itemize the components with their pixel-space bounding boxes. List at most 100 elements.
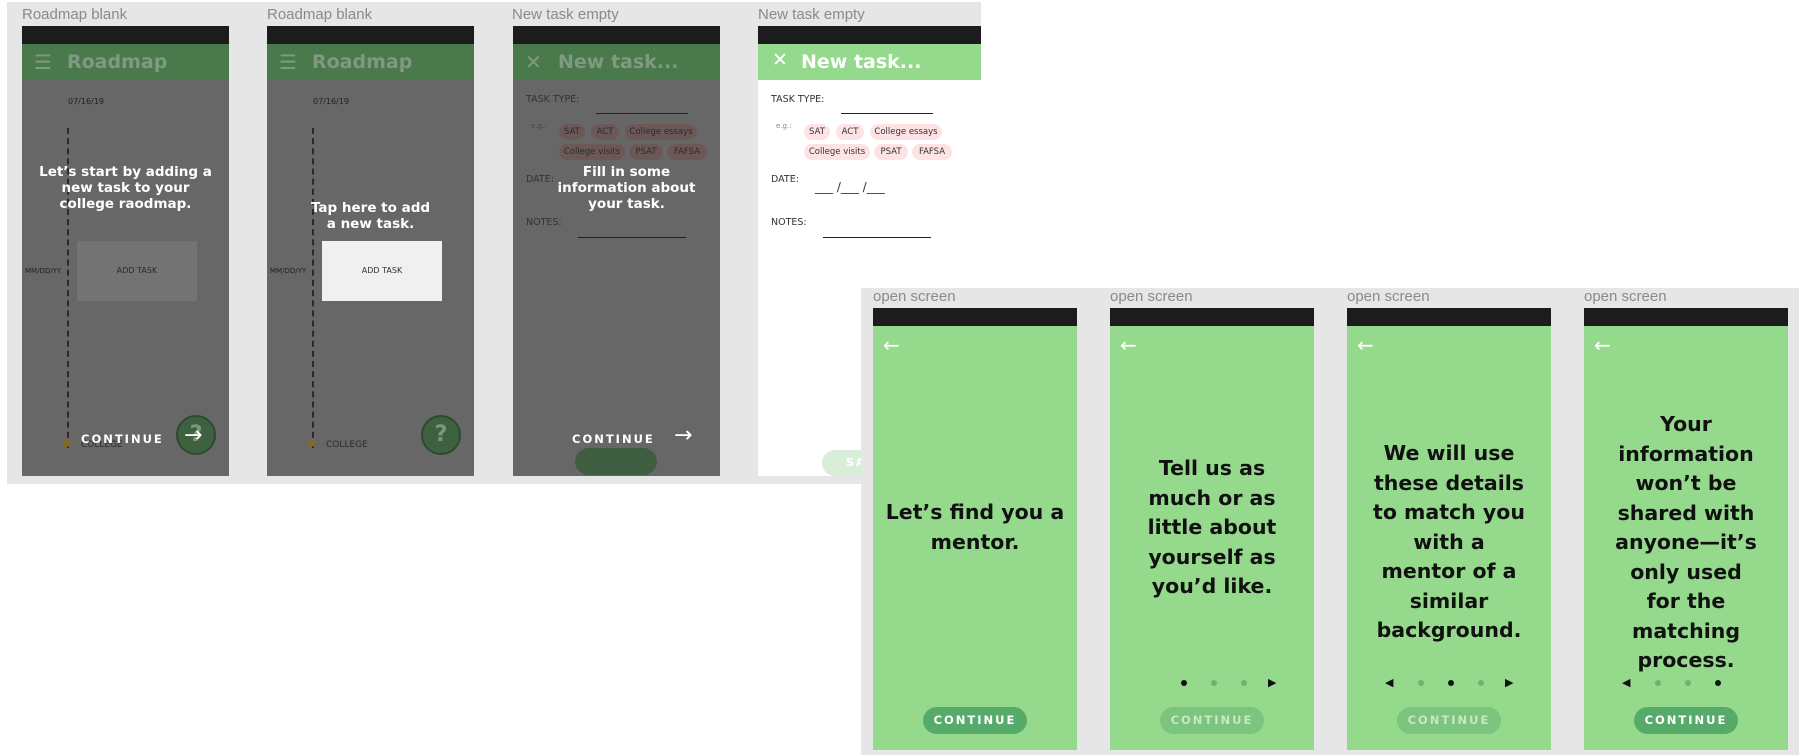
- page-dot-2[interactable]: [1211, 680, 1217, 686]
- menu-icon[interactable]: ☰: [34, 50, 52, 74]
- status-bar: [1110, 308, 1314, 326]
- notes-label: NOTES:: [771, 217, 807, 228]
- status-bar: [1584, 308, 1788, 326]
- onboarding-message: Tell us as much or as little about yours…: [1147, 456, 1277, 598]
- add-task-button[interactable]: ADD TASK: [77, 241, 197, 301]
- chip-fafsa[interactable]: FAFSA: [912, 144, 952, 160]
- chip-fafsa[interactable]: FAFSA: [667, 144, 707, 160]
- eg-label: e.g.:: [531, 122, 547, 130]
- chip-college-visits[interactable]: College visits: [559, 144, 625, 160]
- close-icon[interactable]: ✕: [772, 49, 788, 71]
- task-type-field[interactable]: [596, 113, 688, 114]
- arrow-right-icon[interactable]: →: [674, 423, 692, 448]
- phone-frame-roadmap-blank-2: ☰ Roadmap 07/16/19 MM/DD/YY ADD TASK Tap…: [267, 26, 474, 476]
- continue-button[interactable]: CONTINUE: [1397, 707, 1501, 734]
- star-icon: ★: [60, 434, 74, 452]
- chip-psat[interactable]: PSAT: [629, 144, 663, 160]
- page-dot-1[interactable]: [1181, 680, 1187, 686]
- prev-arrow-icon[interactable]: ◀: [1622, 676, 1630, 689]
- help-button[interactable]: ?: [421, 415, 461, 455]
- chip-sat[interactable]: SAT: [804, 124, 830, 140]
- app-bar: ☰ Roadmap: [267, 44, 474, 80]
- date-placeholder: MM/DD/YY: [270, 267, 307, 275]
- next-arrow-icon[interactable]: ▶: [1505, 676, 1513, 689]
- date-label: DATE:: [526, 174, 554, 185]
- date-field[interactable]: ___ /___ /___: [815, 180, 885, 194]
- page-dot-2[interactable]: [1448, 680, 1454, 686]
- chip-sat[interactable]: SAT: [559, 124, 585, 140]
- task-type-field[interactable]: [841, 113, 933, 114]
- app-bar: ✕ New task...: [513, 44, 720, 80]
- continue-button[interactable]: CONTINUE: [1160, 707, 1264, 734]
- task-type-label: TASK TYPE:: [771, 94, 825, 105]
- continue-button[interactable]: CONTINUE: [81, 432, 164, 446]
- phone-frame-open-screen-2: ← Tell us as much or as little about you…: [1110, 308, 1314, 750]
- add-task-button[interactable]: ADD TASK: [322, 241, 442, 301]
- page-title: Roadmap: [67, 51, 168, 73]
- chip-act[interactable]: ACT: [836, 124, 864, 140]
- frame-label: Roadmap blank: [267, 6, 373, 23]
- status-bar: [873, 308, 1077, 326]
- coach-mark-text: Let’s start by adding a new task to your…: [39, 164, 212, 212]
- close-icon[interactable]: ✕: [525, 50, 542, 74]
- notes-field[interactable]: [578, 237, 686, 238]
- arrow-right-icon[interactable]: →: [184, 423, 202, 448]
- date-label: DATE:: [771, 174, 799, 185]
- next-arrow-icon[interactable]: ▶: [1268, 676, 1276, 689]
- app-bar: ✕ New task...: [758, 44, 981, 80]
- coach-mark-text: Tap here to add a new task.: [310, 200, 431, 232]
- continue-button[interactable]: CONTINUE: [923, 707, 1027, 734]
- frame-label: New task empty: [758, 6, 865, 23]
- pagination: ▶: [1110, 676, 1314, 690]
- page-dot-3[interactable]: [1715, 680, 1721, 686]
- chip-college-visits[interactable]: College visits: [804, 144, 870, 160]
- page-dot-1[interactable]: [1418, 680, 1424, 686]
- frame-label: open screen: [1584, 288, 1667, 305]
- continue-button[interactable]: CONTINUE: [1634, 707, 1738, 734]
- timeline-line: [312, 128, 314, 448]
- page-title: Roadmap: [312, 51, 413, 73]
- back-arrow-icon[interactable]: ←: [1594, 333, 1611, 357]
- onboarding-message: Let’s find you a mentor.: [885, 500, 1065, 554]
- star-icon: ★: [305, 434, 319, 452]
- page-title: New task...: [558, 51, 679, 73]
- back-arrow-icon[interactable]: ←: [883, 333, 900, 357]
- page-dot-1[interactable]: [1655, 680, 1661, 686]
- milestone-label: COLLEGE: [326, 440, 368, 450]
- eg-label: e.g.:: [776, 122, 792, 130]
- back-arrow-icon[interactable]: ←: [1120, 333, 1137, 357]
- notes-field[interactable]: [823, 237, 931, 238]
- page-dot-3[interactable]: [1478, 680, 1484, 686]
- phone-frame-open-screen-4: ← Your information won’t be shared with …: [1584, 308, 1788, 750]
- timeline-date: 07/16/19: [68, 97, 104, 106]
- status-bar: [22, 26, 229, 44]
- chip-college-essays[interactable]: College essays: [625, 124, 697, 140]
- phone-frame-open-screen-1: ← Let’s find you a mentor. CONTINUE: [873, 308, 1077, 750]
- artboard-group-bottom: open screen ← Let’s find you a mentor. C…: [861, 288, 1799, 755]
- chip-act[interactable]: ACT: [591, 124, 619, 140]
- phone-frame-new-task-dim: ✕ New task... TASK TYPE: e.g.: SAT ACT C…: [513, 26, 720, 476]
- pagination: ◀ ▶: [1347, 676, 1551, 690]
- page-dot-2[interactable]: [1685, 680, 1691, 686]
- page-dot-3[interactable]: [1241, 680, 1247, 686]
- pagination: ◀: [1584, 676, 1788, 690]
- onboarding-message: We will use these details to match you w…: [1373, 441, 1525, 642]
- timeline-date: 07/16/19: [313, 97, 349, 106]
- chip-college-essays[interactable]: College essays: [870, 124, 942, 140]
- back-arrow-icon[interactable]: ←: [1357, 333, 1374, 357]
- frame-label: open screen: [873, 288, 956, 305]
- frame-label: open screen: [1347, 288, 1430, 305]
- phone-frame-open-screen-3: ← We will use these details to match you…: [1347, 308, 1551, 750]
- status-bar: [758, 26, 981, 44]
- task-type-label: TASK TYPE:: [526, 94, 580, 105]
- chip-psat[interactable]: PSAT: [874, 144, 908, 160]
- continue-button[interactable]: CONTINUE: [572, 432, 655, 446]
- prev-arrow-icon[interactable]: ◀: [1385, 676, 1393, 689]
- page-title: New task...: [801, 51, 922, 73]
- app-bar: ☰ Roadmap: [22, 44, 229, 80]
- frame-label: New task empty: [512, 6, 619, 23]
- notes-label: NOTES:: [526, 217, 562, 228]
- menu-icon[interactable]: ☰: [279, 50, 297, 74]
- date-placeholder: MM/DD/YY: [25, 267, 62, 275]
- frame-label: open screen: [1110, 288, 1193, 305]
